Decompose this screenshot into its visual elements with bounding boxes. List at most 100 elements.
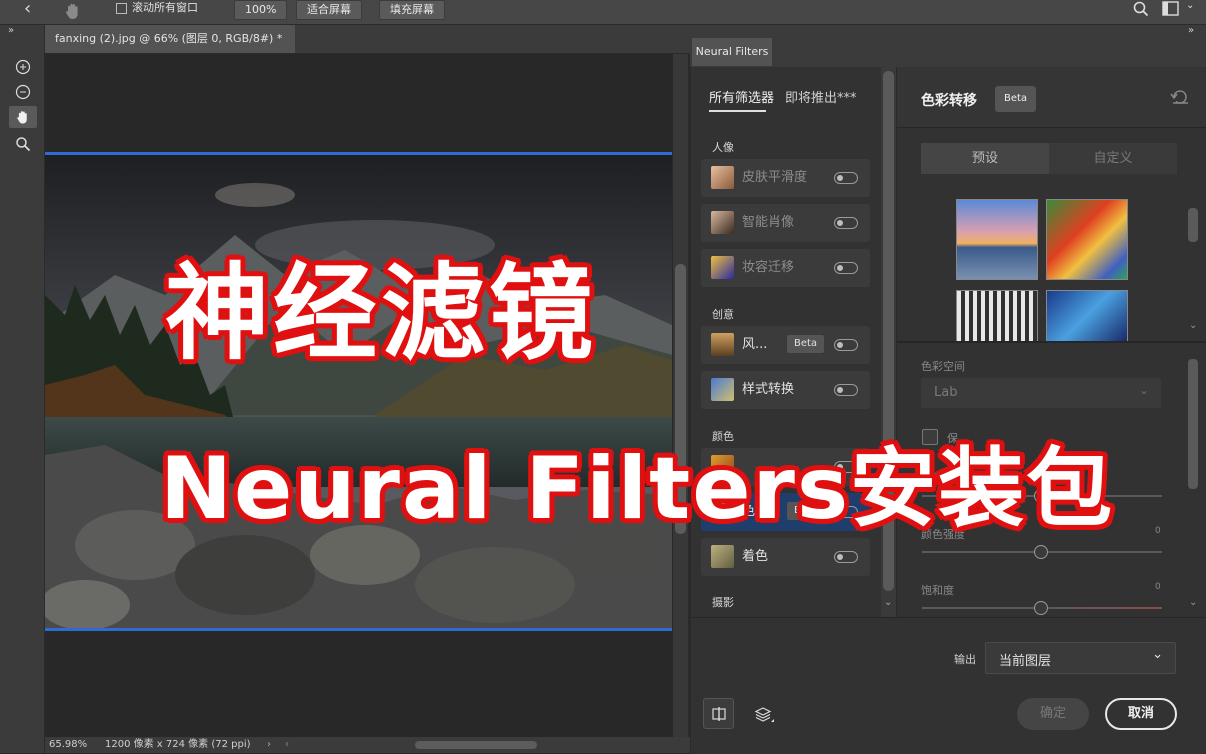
tab-custom-label: 自定义 [1093,151,1133,166]
status-bar: 65.98% 1200 像素 x 724 像素 (72 ppi) › ‹ [45,737,690,753]
makeup-transfer-thumb [711,256,734,279]
document-vertical-scrollbar[interactable] [673,54,688,737]
scroll-thumb[interactable] [1188,208,1198,242]
chevron-down-icon[interactable]: ⌄ [1189,597,1197,608]
neural-filters-tab[interactable]: Neural Filters [692,38,772,66]
color-intensity-value: 0 [1155,526,1161,536]
preset-custom-segmented: 预设 自定义 [921,143,1177,174]
tab-coming-soon[interactable]: 即将推出*** [785,87,857,106]
chevron-down-icon: ⌄ [1152,647,1163,662]
panel-collapse-icon[interactable]: » [1188,25,1194,36]
scroll-all-windows-checkbox[interactable]: 滚动所有窗口 [116,0,198,16]
zoom-tool-icon[interactable] [9,133,37,155]
ok-button[interactable]: 确定 [1017,698,1089,730]
document-image[interactable] [45,152,672,631]
presets-scrollbar[interactable]: ⌄ [1186,194,1200,340]
filter-smart-portrait[interactable]: 智能肖像 [701,204,870,242]
preset-thumb-feathers[interactable] [1046,290,1128,341]
tab-all-filters[interactable]: 所有筛选器 [709,87,774,106]
color-space-value: Lab [934,385,958,400]
smart-portrait-thumb [711,211,734,234]
fit-screen-button[interactable]: 适合屏幕 [296,0,362,20]
preset-thumb-sunset[interactable] [956,199,1038,280]
tab-preset[interactable]: 预设 [921,143,1049,174]
document-tab[interactable]: fanxing (2).jpg @ 66% (图层 0, RGB/8#) * × [45,25,295,73]
toggle-switch[interactable] [834,551,858,563]
toggle-switch[interactable] [834,172,858,184]
filter-style-transfer[interactable]: 样式转换 [701,371,870,409]
zoom-100-button[interactable]: 100% [234,0,288,20]
tab-preset-label: 预设 [971,151,998,166]
beta-badge: Beta [787,335,825,353]
chevron-left-icon[interactable]: ‹ [285,737,289,753]
reset-icon[interactable] [1170,88,1190,110]
filter-colorize[interactable]: 着色 [701,538,870,576]
style-transfer-thumb [711,378,734,401]
chevron-down-icon[interactable]: ⌄ [884,597,892,608]
section-portrait: 人像 [712,141,734,154]
document-tab-title: fanxing (2).jpg @ 66% (图层 0, RGB/8#) * [55,32,283,45]
tab-custom[interactable]: 自定义 [1049,143,1177,174]
chevron-right-icon[interactable]: › [267,737,271,753]
output-select[interactable]: 当前图层 ⌄ [985,642,1176,674]
preset-thumb-arches[interactable] [956,290,1038,341]
fill-screen-button[interactable]: 填充屏幕 [379,0,445,20]
options-bar: ‹ 滚动所有窗口 100% 适合屏幕 填充屏幕 ⌄ [0,0,1206,25]
landscape-thumb [711,333,734,356]
overlay-title-english: Neural Filters安装包 [160,439,1115,539]
chevron-down-icon[interactable]: ⌄ [1189,320,1197,331]
back-arrow-icon[interactable]: ‹ [24,0,31,19]
horizontal-scrollbar[interactable] [295,740,685,750]
color-intensity-knob[interactable] [1034,545,1048,559]
filter-label: 样式转换 [742,382,795,397]
toggle-switch[interactable] [834,384,858,396]
section-photo: 摄影 [712,596,734,609]
workspace-icon[interactable] [1162,1,1182,21]
filter-makeup-transfer[interactable]: 妆容迁移 [701,249,870,287]
filter-skin-smoothing[interactable]: 皮肤平滑度 [701,159,870,197]
toggle-switch[interactable] [834,339,858,351]
cancel-label: 取消 [1127,706,1154,721]
ok-label: 确定 [1039,706,1066,721]
color-space-label: 色彩空间 [921,360,965,373]
skin-smoothing-thumb [711,166,734,189]
zoom-in-icon[interactable] [9,56,37,78]
search-icon[interactable] [1132,0,1150,22]
chevron-down-icon: ⌄ [1138,383,1149,397]
preset-thumb-abstract[interactable] [1046,199,1128,280]
filter-title: 色彩转移 [921,93,977,109]
panel-collapse-icon[interactable]: » [8,25,14,36]
beta-badge: Beta [995,86,1037,112]
compare-view-button[interactable] [703,698,734,729]
tools-panel: » [0,25,45,753]
active-tab-underline [709,110,766,112]
settings-scrollbar[interactable]: ⌄ [1186,345,1200,615]
color-space-select[interactable]: Lab ⌄ [921,378,1161,408]
saturation-value: 0 [1155,582,1161,592]
hand-tool-icon[interactable] [62,0,84,22]
cancel-button[interactable]: 取消 [1105,698,1177,730]
saturation-knob[interactable] [1034,601,1048,615]
divider [897,341,1206,343]
filter-landscape[interactable]: 风... Beta [701,326,870,364]
checkbox-box[interactable] [116,2,127,14]
chevron-down-icon[interactable]: ⌄ [1186,0,1194,11]
scroll-thumb[interactable] [415,741,537,749]
hand-tool-icon[interactable] [9,106,37,128]
saturation-label: 饱和度 [921,584,954,597]
toggle-switch[interactable] [834,217,858,229]
status-zoom[interactable]: 65.98% [49,737,87,753]
filter-label: 妆容迁移 [742,260,795,275]
toggle-switch[interactable] [834,262,858,274]
zoom-out-icon[interactable] [9,81,37,103]
layers-icon[interactable] [754,705,776,729]
scroll-thumb[interactable] [1188,359,1198,489]
filter-label: 智能肖像 [742,215,795,230]
section-creative: 创意 [712,308,734,321]
neural-filters-footer [691,617,1206,754]
filter-label: 着色 [742,549,769,564]
output-value: 当前图层 [999,654,1052,669]
scroll-all-windows-label: 滚动所有窗口 [132,1,198,14]
split-view-icon [711,706,727,726]
colorize-thumb [711,545,734,568]
